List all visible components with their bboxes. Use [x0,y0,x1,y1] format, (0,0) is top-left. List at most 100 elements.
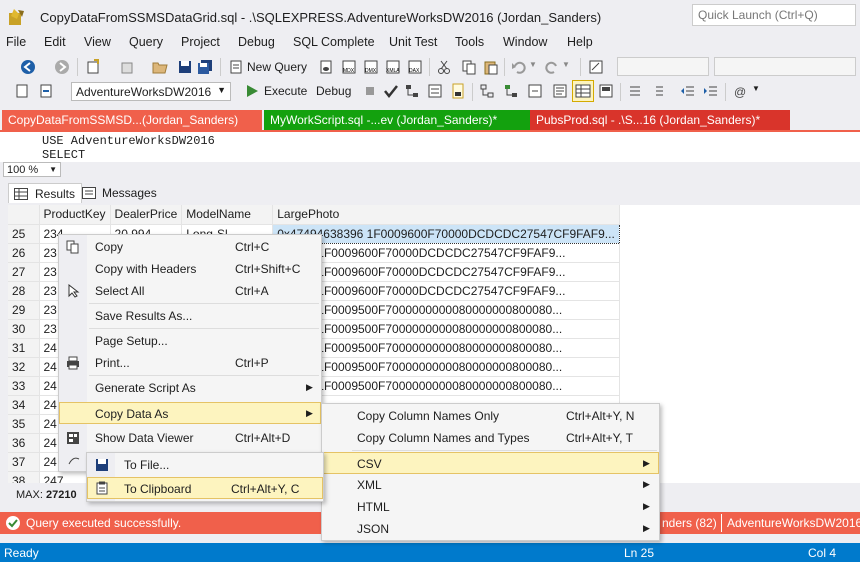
redo-dropdown-icon[interactable]: ▼ [562,60,570,69]
menu-item-copy-with-headers[interactable]: Copy with Headers Ctrl+Shift+C [59,258,321,280]
client-stats-icon[interactable] [527,83,543,99]
tab-messages[interactable]: Messages [76,183,163,203]
menu-help[interactable]: Help [567,35,593,49]
dax-query-icon[interactable]: DAX [407,59,423,75]
table-cell[interactable]: 6383961F0009600F70000DCDCDC27547CF9FAF9.… [272,281,620,301]
forward-icon[interactable] [54,59,70,75]
menu-item-page-setup[interactable]: Page Setup... [59,330,321,352]
row-number: 28 [8,281,40,301]
back-icon[interactable] [20,59,36,75]
menu-file[interactable]: File [6,35,26,49]
table-cell[interactable]: 6383961F0009600F70000DCDCDC27547CF9FAF9.… [272,262,620,282]
menu-item-show-data-viewer[interactable]: Show Data Viewer Ctrl+Alt+D [59,427,321,449]
copy-icon[interactable] [461,59,477,75]
add-item-icon[interactable] [119,59,135,75]
table-cell[interactable]: 6383961F0009500F700000000008000000080008… [272,357,620,377]
save-icon[interactable] [177,59,193,75]
increase-indent-icon[interactable] [703,83,719,99]
menu-debug[interactable]: Debug [238,35,275,49]
redo-icon[interactable] [544,59,560,75]
tab-pubsprod[interactable]: PubsProd.sql - .\S...16 (Jordan_Sanders)… [530,110,790,130]
quick-launch-input[interactable]: Quick Launch (Ctrl+Q) [692,4,856,26]
solution-platform-dropdown[interactable] [714,57,856,76]
menu-item-copy-data-as[interactable]: Copy Data As ▶ [59,402,321,424]
tab-copydata[interactable]: CopyDataFromSSMSD...(Jordan_Sanders) [2,110,262,130]
new-query-button[interactable]: New Query [247,60,307,74]
results-to-file-icon[interactable] [598,83,614,99]
menu-item-csv[interactable]: CSV ▶ [322,452,659,474]
xmla-query-icon[interactable]: XMLA [385,59,401,75]
solution-config-dropdown[interactable] [617,57,709,76]
database-select[interactable]: AdventureWorksDW2016 ▼ [71,82,231,101]
new-query-icon[interactable] [228,59,244,75]
menu-item-copy[interactable]: Copy Ctrl+C [59,236,321,258]
sql-editor[interactable]: USE AdventureWorksDW2016 SELECT [0,130,860,162]
stop-icon[interactable] [362,83,378,99]
menu-item-print[interactable]: Print... Ctrl+P [59,352,321,374]
paste-icon[interactable] [483,59,499,75]
column-header-modelname[interactable]: ModelName [181,205,274,225]
live-stats-icon[interactable] [503,83,519,99]
menu-item-to-file[interactable]: To File... [87,454,323,476]
cut-icon[interactable] [436,59,452,75]
intellisense-icon[interactable] [450,83,466,99]
execute-icon[interactable] [244,83,260,99]
table-cell[interactable]: 6383961F0009600F70000DCDCDC27547CF9FAF9.… [272,243,620,263]
save-all-icon[interactable] [197,59,213,75]
table-cell[interactable]: 6383961F0009500F700000000008000000080008… [272,376,620,396]
menu-tools[interactable]: Tools [455,35,484,49]
menu-item-copy-column-names-and-types[interactable]: Copy Column Names and Types Ctrl+Alt+Y, … [322,427,659,449]
decrease-indent-icon[interactable] [680,83,696,99]
table-cell[interactable]: 6383961F0009500F700000000008000000080008… [272,319,620,339]
menu-query[interactable]: Query [129,35,163,49]
open-file-icon[interactable] [152,59,168,75]
menu-view[interactable]: View [84,35,111,49]
change-connection-icon[interactable] [38,83,54,99]
menu-item-generate-script-as[interactable]: Generate Script As ▶ [59,377,321,399]
table-cell[interactable]: 6383961F0009500F700000000008000000080008… [272,300,620,320]
row-number: 30 [8,319,40,339]
undo-icon[interactable] [511,59,527,75]
execute-button[interactable]: Execute [264,84,307,98]
uncomment-icon[interactable] [650,83,666,99]
menu-item-xml[interactable]: XML ▶ [322,474,659,496]
menu-item-save-results-as[interactable]: Save Results As... [59,305,321,327]
tab-myworkscript[interactable]: MyWorkScript.sql -...ev (Jordan_Sanders)… [264,110,530,130]
data-viewer-icon [67,432,79,444]
include-actual-plan-icon[interactable] [479,83,495,99]
tab-results[interactable]: Results [8,183,83,203]
parse-checkmark-icon[interactable] [383,83,399,99]
solution-explorer-icon[interactable] [588,59,604,75]
menu-unit-test[interactable]: Unit Test [389,35,437,49]
new-project-icon[interactable] [85,59,101,75]
menu-project[interactable]: Project [181,35,220,49]
menu-item-select-all[interactable]: Select All Ctrl+A [59,280,321,302]
menu-item-json[interactable]: JSON ▶ [322,518,659,540]
menu-sql-complete[interactable]: SQL Complete [293,35,375,49]
mdx-query-icon[interactable]: MDX [341,59,357,75]
query-options-icon[interactable] [427,83,443,99]
zoom-select[interactable]: 100 % ▼ [3,162,61,177]
menu-edit[interactable]: Edit [44,35,66,49]
save-icon [96,459,108,471]
comment-icon[interactable] [627,83,643,99]
debug-button[interactable]: Debug [316,84,351,98]
table-cell[interactable]: 6383961F0009500F700000000008000000080008… [272,338,620,358]
column-header-largephoto[interactable]: LargePhoto [272,205,620,225]
results-to-grid-toggle[interactable] [572,80,594,102]
table-cell[interactable]: 0x47494638396 1F0009600F70000DCDCDC27547… [272,223,620,244]
toolbar-overflow-icon[interactable]: ▼ [752,84,760,93]
undo-dropdown-icon[interactable]: ▼ [529,60,537,69]
display-plan-icon[interactable] [404,83,420,99]
menu-window[interactable]: Window [503,35,547,49]
connect-icon[interactable] [14,83,30,99]
column-header-dealerprice[interactable]: DealerPrice [110,205,183,225]
specify-template-values-icon[interactable]: @ [733,83,749,99]
menu-item-copy-column-names-only[interactable]: Copy Column Names Only Ctrl+Alt+Y, N [322,405,659,427]
dmx-query-icon[interactable]: DMX [363,59,379,75]
results-to-text-icon[interactable] [552,83,568,99]
column-header-productkey[interactable]: ProductKey [39,205,111,225]
menu-item-to-clipboard[interactable]: To Clipboard Ctrl+Alt+Y, C [87,477,323,499]
db-engine-query-icon[interactable] [318,59,334,75]
menu-item-html[interactable]: HTML ▶ [322,496,659,518]
